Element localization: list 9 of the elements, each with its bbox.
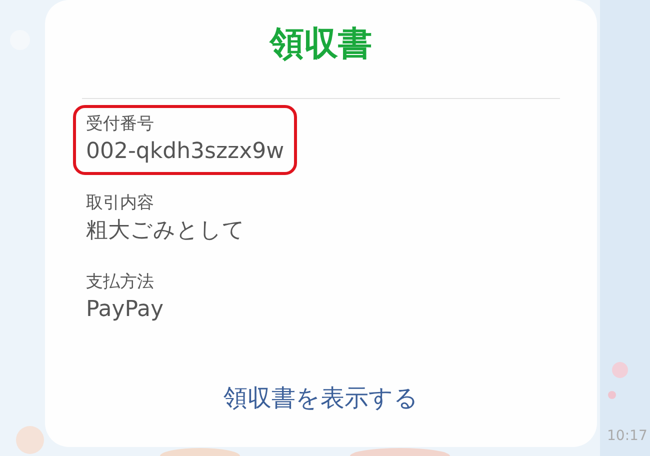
field-value: 002-qkdh3szzx9w <box>86 138 284 166</box>
field-label: 取引内容 <box>86 192 154 215</box>
field-value: PayPay <box>86 296 164 324</box>
receipt-title: 領収書 <box>270 23 372 66</box>
field-label: 支払方法 <box>86 271 154 294</box>
message-time: 10:17 <box>607 428 648 444</box>
field-label: 受付番号 <box>86 113 154 136</box>
field-value: 粗大ごみとして <box>86 217 245 245</box>
view-receipt-link[interactable]: 領収書を表示する <box>224 382 418 414</box>
